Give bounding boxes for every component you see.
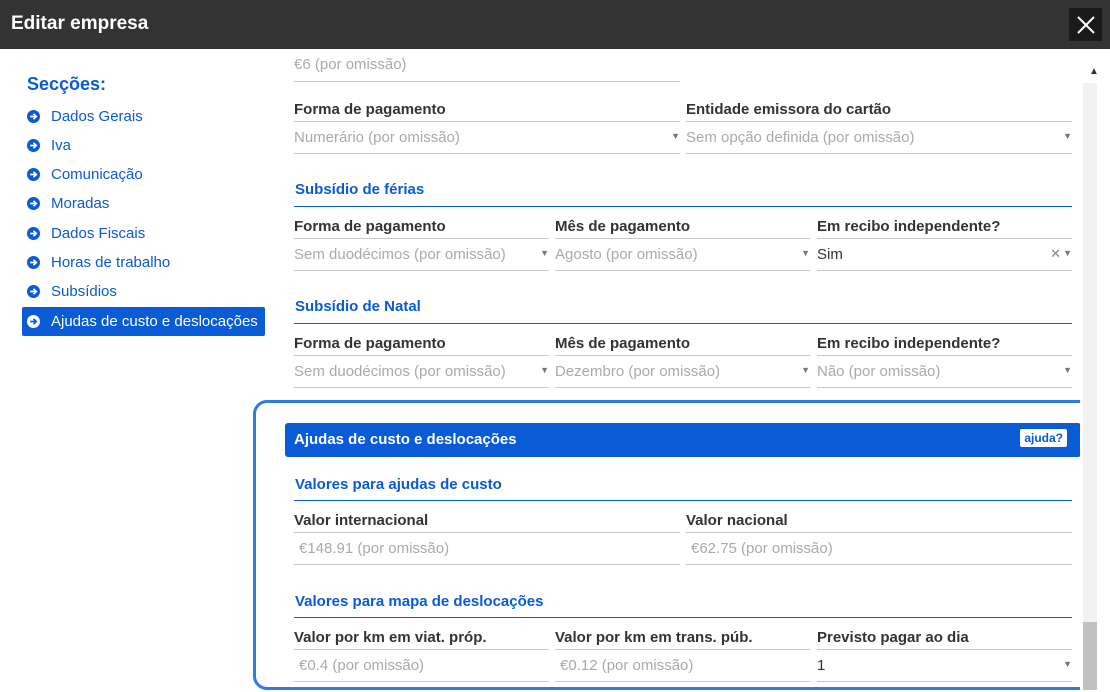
previsto-pagar-label: Previsto pagar ao dia bbox=[817, 629, 969, 646]
chevron-down-icon: ▼ bbox=[801, 248, 810, 258]
clear-icon[interactable]: ✕ bbox=[1050, 246, 1061, 262]
section-divider bbox=[294, 206, 1072, 207]
sections-heading: Secções: bbox=[27, 74, 107, 94]
sidebar-item-horas-de-trabalho[interactable]: Horas de trabalho bbox=[22, 248, 265, 277]
field-value: Agosto (por omissão) bbox=[555, 246, 698, 263]
field-value: €0.12 (por omissão) bbox=[560, 657, 694, 674]
chevron-down-icon: ▼ bbox=[801, 365, 810, 375]
km-publico-label: Valor por km em trans. púb. bbox=[555, 629, 753, 646]
ferias-forma-select[interactable]: Sem duodécimos (por omissão) ▼ bbox=[294, 239, 549, 271]
sidebar-item-label: Moradas bbox=[51, 195, 110, 212]
chevron-down-icon: ▼ bbox=[540, 248, 549, 258]
close-icon bbox=[1076, 15, 1095, 34]
sidebar-item-comunicacao[interactable]: Comunicação bbox=[22, 160, 265, 189]
sidebar-item-label: Comunicação bbox=[51, 166, 143, 183]
arrow-circle-right-icon bbox=[27, 256, 40, 269]
forma-pagamento-select[interactable]: Numerário (por omissão) ▼ bbox=[294, 122, 680, 154]
sidebar-item-moradas[interactable]: Moradas bbox=[22, 189, 265, 218]
forma-pagamento-label: Forma de pagamento bbox=[294, 101, 446, 118]
arrow-circle-right-icon bbox=[27, 285, 40, 298]
sidebar-item-iva[interactable]: Iva bbox=[22, 131, 265, 160]
ferias-section-title: Subsídio de férias bbox=[295, 181, 425, 198]
field-value: Sem opção definida (por omissão) bbox=[686, 129, 915, 146]
ferias-recibo-select[interactable]: Sim ✕ ▼ bbox=[817, 239, 1072, 271]
previsto-pagar-select[interactable]: 1 ▼ bbox=[817, 650, 1072, 682]
sidebar-item-label: Dados Gerais bbox=[51, 108, 143, 125]
scrollbar-track[interactable] bbox=[1083, 83, 1097, 690]
natal-mes-select[interactable]: Dezembro (por omissão) ▼ bbox=[555, 356, 810, 388]
chevron-down-icon: ▼ bbox=[671, 131, 680, 141]
valor-subsidio-field[interactable]: €6 (por omissão) bbox=[294, 49, 680, 82]
chevron-down-icon: ▼ bbox=[1063, 365, 1072, 375]
valor-nacional-input[interactable]: €62.75 (por omissão) bbox=[686, 533, 1072, 565]
arrow-circle-right-icon bbox=[27, 227, 40, 240]
form-content: €6 (por omissão) Forma de pagamento Nume… bbox=[280, 49, 1080, 692]
section-divider bbox=[294, 617, 1072, 618]
field-value: Sem duodécimos (por omissão) bbox=[294, 363, 506, 380]
field-value: Numerário (por omissão) bbox=[294, 129, 460, 146]
field-value: €6 (por omissão) bbox=[294, 56, 407, 73]
mapa-subsection-title: Valores para mapa de deslocações bbox=[295, 593, 544, 610]
dialog-titlebar: Editar empresa bbox=[0, 0, 1110, 49]
valor-internacional-label: Valor internacional bbox=[294, 512, 429, 529]
ajudas-section-header: Ajudas de custo e deslocações ajuda? bbox=[285, 423, 1080, 457]
natal-recibo-label: Em recibo independente? bbox=[817, 335, 1001, 352]
valor-nacional-label: Valor nacional bbox=[686, 512, 788, 529]
chevron-down-icon: ▼ bbox=[540, 365, 549, 375]
content-scrollbar[interactable]: ▲ bbox=[1080, 49, 1110, 692]
km-proprio-label: Valor por km em viat. próp. bbox=[294, 629, 487, 646]
field-value: €0.4 (por omissão) bbox=[299, 657, 425, 674]
sidebar-item-dados-fiscais[interactable]: Dados Fiscais bbox=[22, 219, 265, 248]
chevron-down-icon: ▼ bbox=[1063, 659, 1072, 669]
help-button[interactable]: ajuda? bbox=[1020, 429, 1067, 447]
scrollbar-thumb[interactable] bbox=[1083, 622, 1097, 690]
sidebar-item-dados-gerais[interactable]: Dados Gerais bbox=[22, 102, 265, 131]
sidebar-item-label: Subsídios bbox=[51, 283, 117, 300]
sections-sidebar: Secções: Dados Gerais Iva Comunicação Mo… bbox=[0, 49, 280, 692]
custo-subsection-title: Valores para ajudas de custo bbox=[295, 476, 502, 493]
sidebar-item-label: Dados Fiscais bbox=[51, 225, 146, 242]
sidebar-item-label: Ajudas de custo e deslocações bbox=[51, 313, 258, 330]
field-value: Sim bbox=[817, 246, 843, 263]
ferias-mes-label: Mês de pagamento bbox=[555, 218, 691, 235]
chevron-down-icon: ▼ bbox=[1063, 131, 1072, 141]
arrow-circle-right-icon bbox=[27, 110, 40, 123]
field-value: Sem duodécimos (por omissão) bbox=[294, 246, 506, 263]
km-publico-input[interactable]: €0.12 (por omissão) bbox=[555, 650, 810, 682]
natal-section-title: Subsídio de Natal bbox=[295, 298, 421, 315]
field-value: Dezembro (por omissão) bbox=[555, 363, 721, 380]
sidebar-item-label: Iva bbox=[51, 137, 72, 154]
chevron-down-icon: ▼ bbox=[1063, 248, 1072, 258]
natal-mes-label: Mês de pagamento bbox=[555, 335, 691, 352]
scroll-up-icon[interactable]: ▲ bbox=[1089, 66, 1099, 77]
km-proprio-input[interactable]: €0.4 (por omissão) bbox=[294, 650, 549, 682]
arrow-circle-right-icon bbox=[27, 139, 40, 152]
entidade-emissora-select[interactable]: Sem opção definida (por omissão) ▼ bbox=[686, 122, 1072, 154]
ferias-recibo-label: Em recibo independente? bbox=[817, 218, 1001, 235]
sidebar-item-subsidios[interactable]: Subsídios bbox=[22, 277, 265, 306]
sidebar-item-label: Horas de trabalho bbox=[51, 254, 171, 271]
natal-forma-select[interactable]: Sem duodécimos (por omissão) ▼ bbox=[294, 356, 549, 388]
close-button[interactable] bbox=[1069, 8, 1102, 41]
ferias-forma-label: Forma de pagamento bbox=[294, 218, 446, 235]
natal-forma-label: Forma de pagamento bbox=[294, 335, 446, 352]
arrow-circle-right-icon bbox=[27, 315, 40, 328]
valor-internacional-input[interactable]: €148.91 (por omissão) bbox=[294, 533, 680, 565]
natal-recibo-select[interactable]: Não (por omissão) ▼ bbox=[817, 356, 1072, 388]
arrow-circle-right-icon bbox=[27, 168, 40, 181]
ferias-mes-select[interactable]: Agosto (por omissão) ▼ bbox=[555, 239, 810, 271]
section-divider bbox=[294, 500, 1072, 501]
sidebar-item-ajudas-de-custo[interactable]: Ajudas de custo e deslocações bbox=[22, 307, 265, 336]
field-value: 1 bbox=[817, 657, 826, 674]
section-divider bbox=[294, 323, 1072, 324]
ajudas-section-title: Ajudas de custo e deslocações bbox=[294, 431, 517, 448]
field-value: €62.75 (por omissão) bbox=[691, 540, 833, 557]
field-value: €148.91 (por omissão) bbox=[299, 540, 450, 557]
dialog-title: Editar empresa bbox=[11, 13, 149, 34]
entidade-emissora-label: Entidade emissora do cartão bbox=[686, 101, 892, 118]
field-value: Não (por omissão) bbox=[817, 363, 941, 380]
arrow-circle-right-icon bbox=[27, 197, 40, 210]
